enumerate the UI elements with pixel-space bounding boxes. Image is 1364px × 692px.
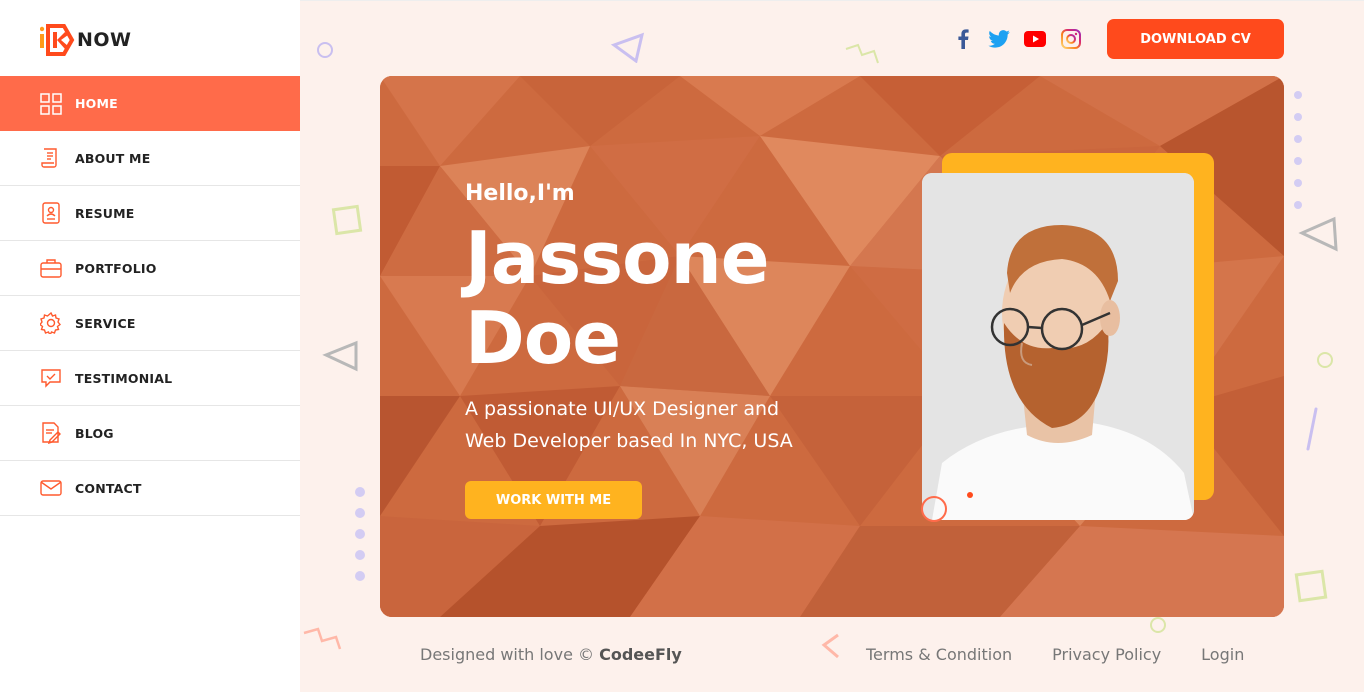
profile-photo: [922, 173, 1194, 520]
work-with-me-button[interactable]: WORK WITH ME: [465, 481, 642, 519]
sidebar-item-label: HOME: [75, 96, 118, 111]
footer-credit: Designed with love © CodeeFly: [420, 645, 682, 664]
sidebar-item-label: PORTFOLIO: [75, 260, 157, 276]
sidebar-item-label: RESUME: [75, 205, 135, 221]
triangle-decoration: [322, 340, 358, 372]
square-decoration: [1294, 569, 1328, 603]
hero-card: Hello,I'm Jassone Doe A passionate UI/UX…: [380, 76, 1284, 617]
sidebar-item-label: BLOG: [75, 425, 114, 441]
privacy-link[interactable]: Privacy Policy: [1052, 645, 1161, 664]
line-decoration: [1306, 407, 1318, 451]
download-cv-button[interactable]: DOWNLOAD CV: [1107, 19, 1284, 59]
sidebar-item-label: CONTACT: [75, 480, 142, 496]
logo[interactable]: NOW: [40, 22, 132, 58]
profile-card-icon: [40, 202, 62, 224]
instagram-icon[interactable]: [1060, 28, 1082, 50]
document-icon: [40, 147, 62, 169]
triangle-decoration: [610, 32, 645, 63]
logo-icon: [40, 24, 75, 56]
sidebar-item-service[interactable]: SERVICE: [0, 296, 300, 351]
dots-decoration: [1294, 91, 1302, 209]
square-decoration: [331, 204, 363, 236]
sidebar-item-resume[interactable]: RESUME: [0, 186, 300, 241]
main-nav: HOME ABOUT ME RESUME PORTFOLIO SERVICE T…: [0, 76, 300, 516]
sidebar-item-label: TESTIMONIAL: [75, 370, 173, 386]
sidebar: NOW HOME ABOUT ME RESUME PORTFOLIO SERVI…: [0, 0, 300, 692]
dots-decoration: [355, 487, 365, 581]
footer-links: Terms & Condition Privacy Policy Login: [866, 645, 1244, 664]
sidebar-item-blog[interactable]: BLOG: [0, 406, 300, 461]
sidebar-item-testimonial[interactable]: TESTIMONIAL: [0, 351, 300, 406]
circle-decoration: [1317, 352, 1333, 368]
login-link[interactable]: Login: [1201, 645, 1244, 664]
chevron-decoration: [821, 633, 839, 659]
sidebar-item-label: ABOUT ME: [75, 150, 151, 166]
main-content: DOWNLOAD CV Hello,I'm Jassone Doe A pass…: [300, 0, 1364, 692]
twitter-icon[interactable]: [988, 28, 1010, 50]
gear-icon: [40, 312, 62, 334]
sidebar-item-label: SERVICE: [75, 315, 136, 331]
youtube-icon[interactable]: [1024, 28, 1046, 50]
name-last: Doe: [465, 296, 621, 380]
envelope-icon: [40, 477, 62, 499]
grid-icon: [40, 92, 62, 115]
hero-name: Jassone Doe: [465, 218, 885, 378]
facebook-icon[interactable]: [952, 28, 974, 50]
hero-tagline: A passionate UI/UX Designer and Web Deve…: [465, 398, 793, 452]
sidebar-item-about[interactable]: ABOUT ME: [0, 131, 300, 186]
name-first: Jassone: [465, 216, 770, 300]
credit-prefix: Designed with love ©: [420, 645, 594, 664]
circle-decoration: [1150, 617, 1166, 633]
social-links: [952, 28, 1082, 50]
credit-brand[interactable]: CodeeFly: [599, 645, 682, 664]
circle-decoration: [921, 496, 947, 522]
portrait-illustration: [922, 173, 1194, 520]
sidebar-item-home[interactable]: HOME: [0, 76, 300, 131]
logo-text: NOW: [77, 29, 132, 51]
dot-decoration: [967, 492, 973, 498]
zigzag-decoration: [845, 43, 879, 64]
greeting-text: Hello,I'm: [465, 181, 575, 206]
triangle-decoration: [1298, 216, 1338, 252]
pen-document-icon: [40, 422, 62, 444]
sidebar-item-portfolio[interactable]: PORTFOLIO: [0, 241, 300, 296]
briefcase-icon: [40, 257, 62, 279]
zigzag-decoration: [303, 627, 342, 650]
sidebar-item-contact[interactable]: CONTACT: [0, 461, 300, 516]
circle-decoration: [317, 42, 333, 58]
terms-link[interactable]: Terms & Condition: [866, 645, 1012, 664]
chat-check-icon: [40, 367, 62, 389]
